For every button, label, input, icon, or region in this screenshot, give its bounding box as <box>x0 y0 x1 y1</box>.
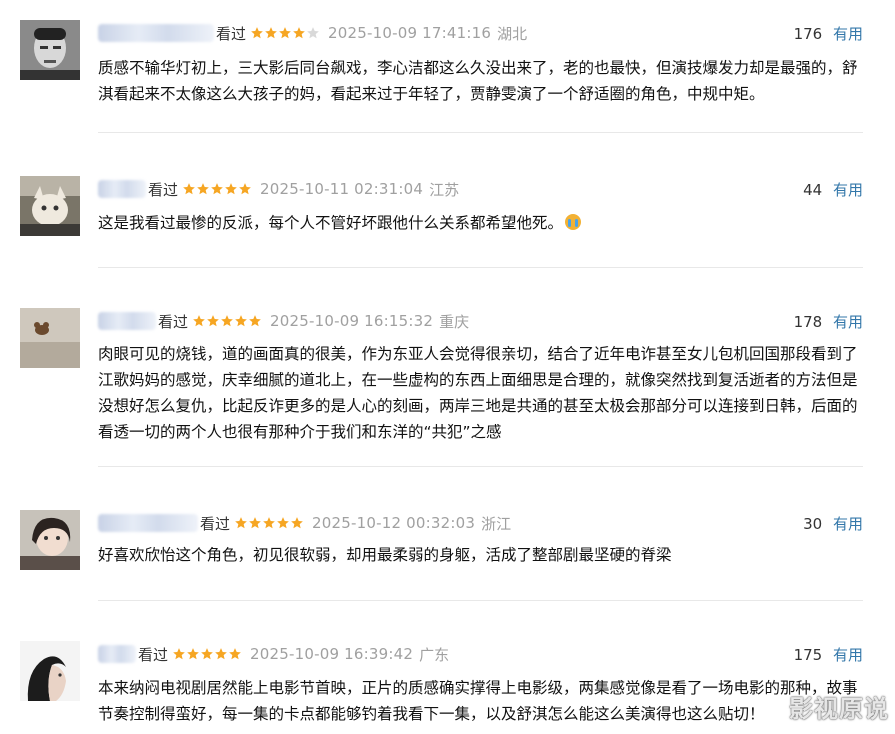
avatar[interactable] <box>20 308 80 368</box>
star-icon <box>225 183 237 195</box>
useful-button[interactable]: 有用 <box>833 313 863 331</box>
vote-count: 178 <box>793 313 823 331</box>
comment-header: 看过 2025-10-09 17:41:16 湖北 <box>98 22 527 44</box>
comment-content: 本来纳闷电视剧居然能上电影节首映，正片的质感确实撑得上电影级，两集感觉像是看了一… <box>98 679 858 723</box>
comment-header: 看过 2025-10-11 02:31:04 江苏 <box>98 178 459 200</box>
watermark-logo: 影视原说 <box>789 695 889 723</box>
star-icon <box>235 315 247 327</box>
watched-label: 看过 <box>158 312 189 331</box>
comment-content: 这是我看过最惨的反派，每个人不管好坏跟他什么关系都希望他死。 <box>98 210 868 236</box>
watched-label: 看过 <box>148 180 179 199</box>
vote-count: 176 <box>793 25 823 43</box>
star-icon <box>279 27 291 39</box>
comment-timestamp: 2025-10-12 00:32:03 <box>312 514 476 532</box>
avatar[interactable] <box>20 20 80 80</box>
vote-count: 44 <box>803 181 823 199</box>
star-icon <box>211 183 223 195</box>
vote-area: 175 有用 <box>794 644 863 665</box>
comment-text: 这是我看过最惨的反派，每个人不管好坏跟他什么关系都希望他死。 <box>98 214 564 232</box>
star-icon <box>251 27 263 39</box>
useful-button[interactable]: 有用 <box>833 515 863 533</box>
vote-area: 44 有用 <box>803 179 863 200</box>
star-icon <box>263 517 275 529</box>
vote-area: 176 有用 <box>794 23 863 44</box>
star-icon <box>293 27 305 39</box>
star-icon <box>307 27 319 39</box>
useful-button[interactable]: 有用 <box>833 181 863 199</box>
star-icon <box>207 315 219 327</box>
star-icon <box>249 315 261 327</box>
divider <box>98 132 863 133</box>
username-blurred[interactable] <box>98 180 146 198</box>
avatar[interactable] <box>20 510 80 570</box>
rating-stars <box>192 314 262 328</box>
avatar[interactable] <box>20 641 80 701</box>
star-icon <box>277 517 289 529</box>
comment-timestamp: 2025-10-09 16:39:42 <box>250 645 414 663</box>
watched-label: 看过 <box>200 514 231 533</box>
divider <box>98 267 863 268</box>
crying-emoji-icon <box>565 214 582 230</box>
comment-header: 看过 2025-10-12 00:32:03 浙江 <box>98 512 511 534</box>
useful-button[interactable]: 有用 <box>833 25 863 43</box>
comment-content: 好喜欢欣怡这个角色，初见很软弱，却用最柔弱的身躯，活成了整部剧最坚硬的脊梁 <box>98 546 672 564</box>
vote-count: 175 <box>793 646 823 664</box>
star-icon <box>187 648 199 660</box>
comment-content: 质感不输华灯初上，三大影后同台飙戏，李心洁都这么久没出来了，老的也最快，但演技爆… <box>98 59 858 103</box>
rating-stars <box>250 26 320 40</box>
useful-button[interactable]: 有用 <box>833 646 863 664</box>
star-icon <box>197 183 209 195</box>
star-icon <box>229 648 241 660</box>
username-blurred[interactable] <box>98 312 156 330</box>
comment-header: 看过 2025-10-09 16:15:32 重庆 <box>98 310 469 332</box>
star-icon <box>215 648 227 660</box>
star-icon <box>183 183 195 195</box>
comment-location: 广东 <box>419 645 450 664</box>
rating-stars <box>234 516 304 530</box>
star-icon <box>249 517 261 529</box>
username-blurred[interactable] <box>98 24 214 42</box>
comment-location: 浙江 <box>481 514 512 533</box>
comment-content: 肉眼可见的烧钱，道的画面真的很美，作为东亚人会觉得很亲切，结合了近年电诈甚至女儿… <box>98 345 858 441</box>
star-icon <box>173 648 185 660</box>
star-icon <box>291 517 303 529</box>
rating-stars <box>182 182 252 196</box>
divider <box>98 466 863 467</box>
star-icon <box>221 315 233 327</box>
comment-timestamp: 2025-10-09 17:41:16 <box>328 24 492 42</box>
comment-location: 江苏 <box>429 180 460 199</box>
watched-label: 看过 <box>216 24 247 43</box>
comment-header: 看过 2025-10-09 16:39:42 广东 <box>98 643 449 665</box>
star-icon <box>239 183 251 195</box>
star-icon <box>201 648 213 660</box>
username-blurred[interactable] <box>98 645 136 663</box>
comment-timestamp: 2025-10-11 02:31:04 <box>260 180 424 198</box>
comment-location: 湖北 <box>497 24 528 43</box>
comment-timestamp: 2025-10-09 16:15:32 <box>270 312 434 330</box>
vote-area: 178 有用 <box>794 311 863 332</box>
avatar[interactable] <box>20 176 80 236</box>
watched-label: 看过 <box>138 645 169 664</box>
star-icon <box>265 27 277 39</box>
vote-count: 30 <box>803 515 823 533</box>
username-blurred[interactable] <box>98 514 198 532</box>
star-icon <box>193 315 205 327</box>
vote-area: 30 有用 <box>803 513 863 534</box>
rating-stars <box>172 647 242 661</box>
divider <box>98 600 863 601</box>
star-icon <box>235 517 247 529</box>
comment-location: 重庆 <box>439 312 470 331</box>
